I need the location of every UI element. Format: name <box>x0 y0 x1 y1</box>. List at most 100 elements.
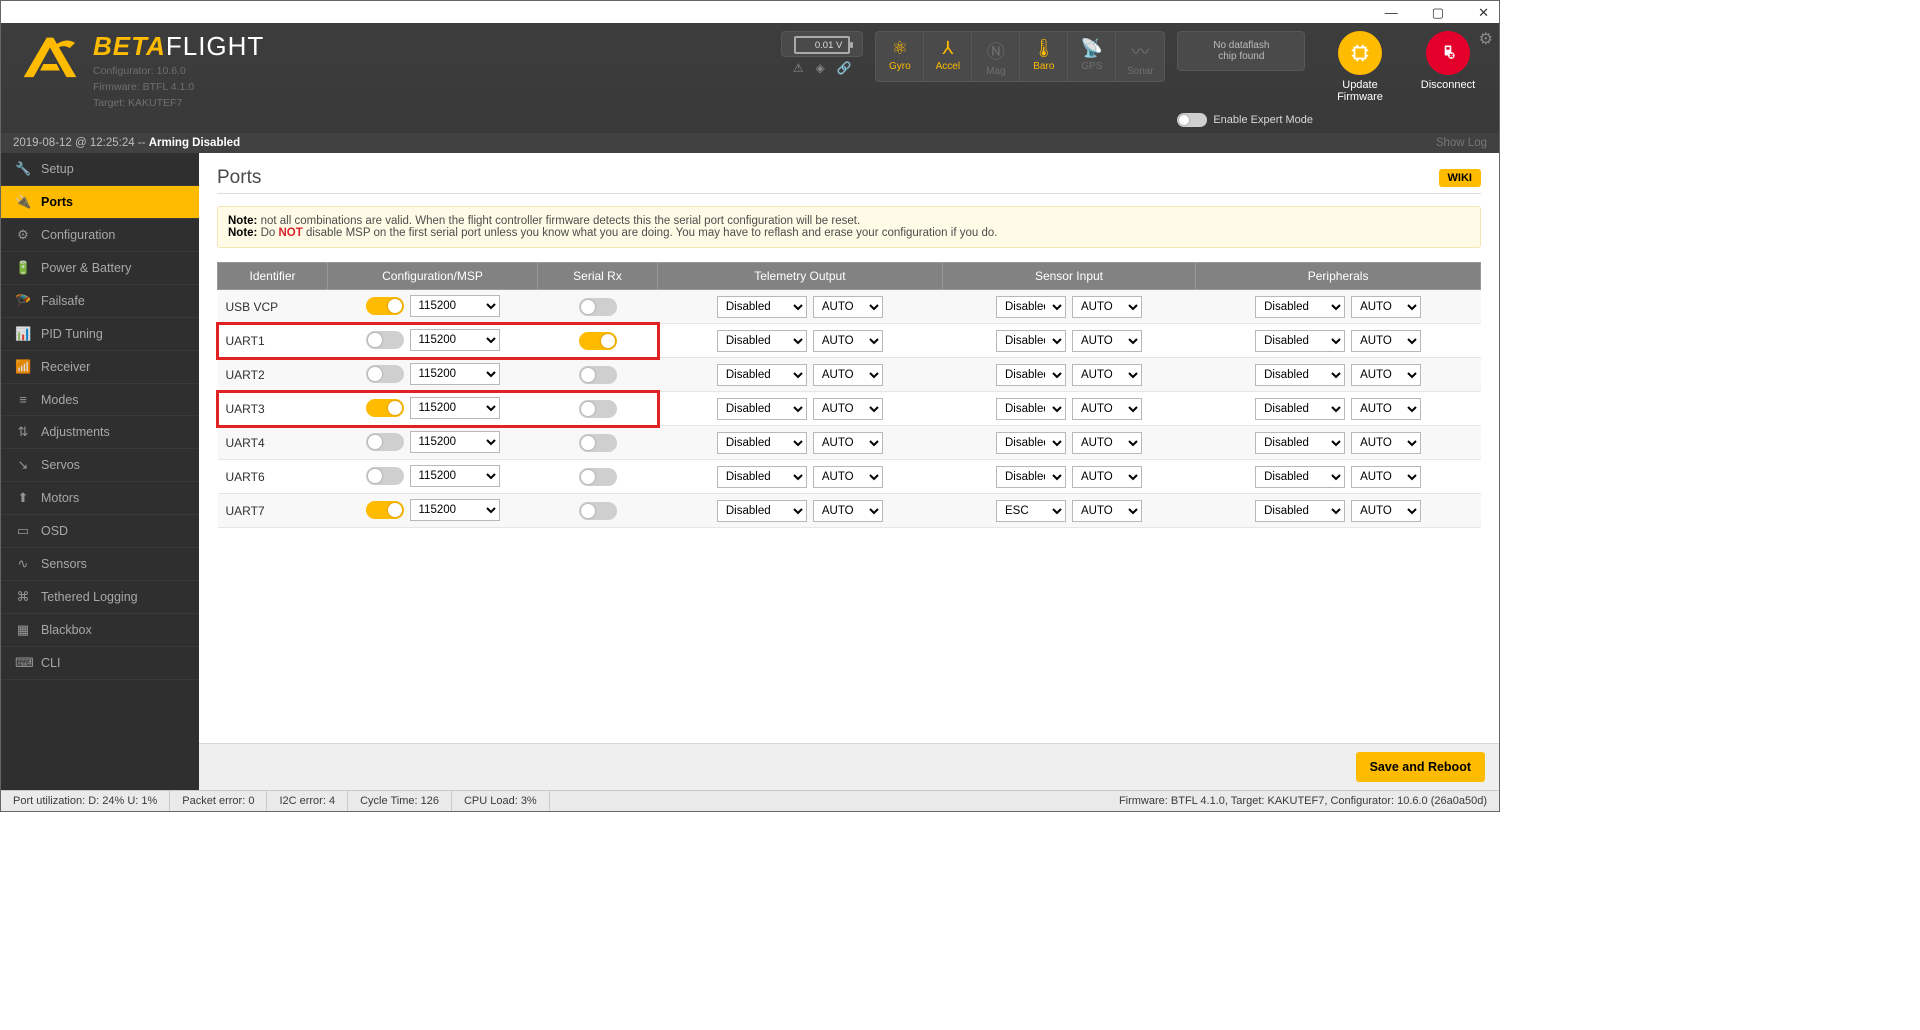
msp-baud-select[interactable]: 115200 <box>410 499 500 521</box>
telemetry-select[interactable]: Disabled <box>717 364 807 386</box>
sidebar-item-modes[interactable]: ≡Modes <box>1 384 199 416</box>
telemetry-baud-select[interactable]: AUTO <box>813 296 883 318</box>
sensor-select[interactable]: Disabled <box>996 296 1066 318</box>
telemetry-baud-select[interactable]: AUTO <box>813 466 883 488</box>
telemetry-baud-select[interactable]: AUTO <box>813 364 883 386</box>
msp-baud-select[interactable]: 115200 <box>410 465 500 487</box>
telemetry-select[interactable]: Disabled <box>717 398 807 420</box>
telemetry-baud-select[interactable]: AUTO <box>813 398 883 420</box>
msp-baud-select[interactable]: 115200 <box>410 295 500 317</box>
sidebar-item-power-battery[interactable]: 🔋Power & Battery <box>1 252 199 285</box>
sensor-baud-select[interactable]: AUTO <box>1072 500 1142 522</box>
window-titlebar: — ▢ ✕ <box>1 1 1499 23</box>
sidebar-item-servos[interactable]: ↘Servos <box>1 449 199 482</box>
peripheral-baud-select[interactable]: AUTO <box>1351 296 1421 318</box>
sensor-select[interactable]: Disabled <box>996 364 1066 386</box>
show-log-button[interactable]: Show Log <box>1436 137 1487 149</box>
msp-toggle[interactable] <box>366 331 404 349</box>
sidebar-item-label: Tethered Logging <box>41 590 138 604</box>
sidebar-item-receiver[interactable]: 📶Receiver <box>1 351 199 384</box>
serial-rx-toggle[interactable] <box>579 502 617 520</box>
sidebar-item-configuration[interactable]: ⚙Configuration <box>1 219 199 252</box>
sidebar-item-pid-tuning[interactable]: 📊PID Tuning <box>1 318 199 351</box>
expert-mode-toggle[interactable] <box>1177 113 1207 127</box>
msp-toggle[interactable] <box>366 297 404 315</box>
sidebar-item-tethered-logging[interactable]: ⌘Tethered Logging <box>1 581 199 614</box>
msp-baud-select[interactable]: 115200 <box>410 397 500 419</box>
msp-baud-select[interactable]: 115200 <box>410 329 500 351</box>
telemetry-baud-select[interactable]: AUTO <box>813 500 883 522</box>
serial-rx-toggle[interactable] <box>579 400 617 418</box>
window-min[interactable]: — <box>1379 4 1404 21</box>
sidebar-item-osd[interactable]: ▭OSD <box>1 515 199 548</box>
serial-rx-toggle[interactable] <box>579 298 617 316</box>
peripheral-select[interactable]: Disabled <box>1255 432 1345 454</box>
sidebar-item-motors[interactable]: ⬆Motors <box>1 482 199 515</box>
serial-rx-toggle[interactable] <box>579 434 617 452</box>
msp-toggle[interactable] <box>366 433 404 451</box>
window-close[interactable]: ✕ <box>1472 4 1495 21</box>
peripheral-baud-select[interactable]: AUTO <box>1351 432 1421 454</box>
telemetry-select[interactable]: Disabled <box>717 296 807 318</box>
msp-baud-select[interactable]: 115200 <box>410 431 500 453</box>
firmware-summary: Firmware: BTFL 4.1.0, Target: KAKUTEF7, … <box>1107 791 1499 811</box>
logo-block: BETAFLIGHT Configurator: 10.6.0 Firmware… <box>17 31 264 111</box>
telemetry-select[interactable]: Disabled <box>717 466 807 488</box>
telemetry-select[interactable]: Disabled <box>717 432 807 454</box>
target-name: Target: KAKUTEF7 <box>93 96 264 110</box>
sensor-baud-select[interactable]: AUTO <box>1072 296 1142 318</box>
sensor-baud-select[interactable]: AUTO <box>1072 432 1142 454</box>
peripheral-baud-select[interactable]: AUTO <box>1351 466 1421 488</box>
peripheral-baud-select[interactable]: AUTO <box>1351 364 1421 386</box>
cycle-time: Cycle Time: 126 <box>348 791 452 811</box>
sensor-select[interactable]: Disabled <box>996 398 1066 420</box>
telemetry-select[interactable]: Disabled <box>717 500 807 522</box>
sensor-baud-select[interactable]: AUTO <box>1072 364 1142 386</box>
telemetry-baud-select[interactable]: AUTO <box>813 330 883 352</box>
settings-gear-icon[interactable]: ⚙ <box>1479 29 1493 49</box>
sidebar-item-failsafe[interactable]: 🪂Failsafe <box>1 285 199 318</box>
peripheral-select[interactable]: Disabled <box>1255 296 1345 318</box>
cpu-load: CPU Load: 3% <box>452 791 550 811</box>
msp-toggle[interactable] <box>366 365 404 383</box>
peripheral-select[interactable]: Disabled <box>1255 466 1345 488</box>
dataflash-status: No dataflash chip found <box>1177 31 1305 71</box>
sensor-select[interactable]: Disabled <box>996 466 1066 488</box>
sidebar-item-cli[interactable]: ⌨CLI <box>1 647 199 680</box>
msp-toggle[interactable] <box>366 501 404 519</box>
peripheral-baud-select[interactable]: AUTO <box>1351 500 1421 522</box>
disconnect-button[interactable]: Disconnect <box>1413 31 1483 91</box>
telemetry-select[interactable]: Disabled <box>717 330 807 352</box>
window-max[interactable]: ▢ <box>1426 4 1450 21</box>
update-firmware-button[interactable]: Update Firmware <box>1325 31 1395 103</box>
sensor-baud-select[interactable]: AUTO <box>1072 398 1142 420</box>
peripheral-select[interactable]: Disabled <box>1255 330 1345 352</box>
sidebar-item-adjustments[interactable]: ⇅Adjustments <box>1 416 199 449</box>
serial-rx-toggle[interactable] <box>579 468 617 486</box>
msp-toggle[interactable] <box>366 399 404 417</box>
save-and-reboot-button[interactable]: Save and Reboot <box>1356 752 1485 782</box>
sidebar-item-sensors[interactable]: ∿Sensors <box>1 548 199 581</box>
serial-rx-toggle[interactable] <box>579 366 617 384</box>
peripheral-select[interactable]: Disabled <box>1255 364 1345 386</box>
peripheral-select[interactable]: Disabled <box>1255 500 1345 522</box>
serial-rx-toggle[interactable] <box>579 332 617 350</box>
peripheral-baud-select[interactable]: AUTO <box>1351 330 1421 352</box>
telemetry-baud-select[interactable]: AUTO <box>813 432 883 454</box>
msp-toggle[interactable] <box>366 467 404 485</box>
peripheral-select[interactable]: Disabled <box>1255 398 1345 420</box>
column-header: Peripherals <box>1196 263 1481 290</box>
sidebar-item-ports[interactable]: 🔌Ports <box>1 186 199 219</box>
sidebar-item-blackbox[interactable]: ▦Blackbox <box>1 614 199 647</box>
nav-icon: ⇅ <box>15 424 31 440</box>
sensor-baud-select[interactable]: AUTO <box>1072 330 1142 352</box>
column-header: Serial Rx <box>538 263 658 290</box>
sensor-select[interactable]: Disabled <box>996 432 1066 454</box>
peripheral-baud-select[interactable]: AUTO <box>1351 398 1421 420</box>
sidebar-item-setup[interactable]: 🔧Setup <box>1 153 199 186</box>
msp-baud-select[interactable]: 115200 <box>410 363 500 385</box>
sensor-select[interactable]: Disabled <box>996 330 1066 352</box>
sensor-baud-select[interactable]: AUTO <box>1072 466 1142 488</box>
sensor-select[interactable]: ESC <box>996 500 1066 522</box>
wiki-button[interactable]: WIKI <box>1439 169 1481 187</box>
